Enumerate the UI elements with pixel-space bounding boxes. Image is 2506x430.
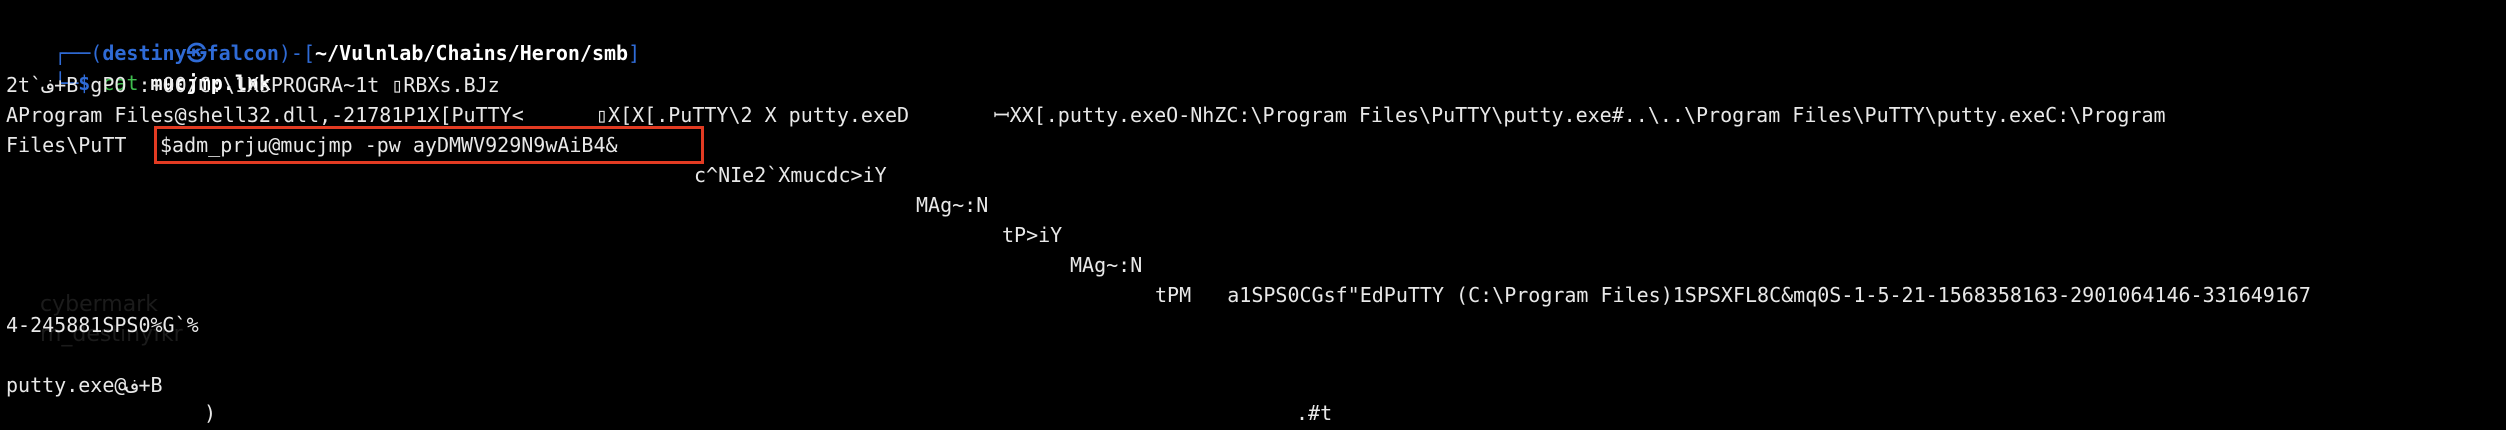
output-line: .#t bbox=[1296, 401, 1333, 425]
prompt-line-top: ┌──(destiny㉿falcon)-[~/Vulnlab/Chains/He… bbox=[6, 8, 640, 65]
output-line: AProgram Files@shell32.dll,-21781P1X[PuT… bbox=[6, 103, 2166, 127]
output-line: 4-245881SPS0%G`% bbox=[6, 313, 199, 337]
prompt-path: ~/Vulnlab/Chains/Heron/smb bbox=[315, 41, 629, 65]
output-line: MAg~:N bbox=[1070, 253, 1143, 277]
prompt-line-command: └─$ cat mucjmp.lnk bbox=[6, 38, 271, 95]
output-line: tPM a1SPS0CGsf"EdPuTTY (C:\Program Files… bbox=[1155, 283, 2311, 307]
terminal-window[interactable]: cybermark m_destinyfkr ┌──(destiny㉿falco… bbox=[0, 0, 2506, 430]
prompt-frame-mid: )-[ bbox=[278, 41, 316, 65]
output-line: 2t`ف+B gPO :+00/C:\1XsPROGRA~1t ▯RBXs.BJ… bbox=[6, 73, 500, 97]
output-line: ) bbox=[204, 401, 217, 425]
output-line-credentials: $adm_prju@mucjmp -pw ayDMWV929N9wAiB4& bbox=[160, 133, 618, 157]
output-line: putty.exe@ف+B bbox=[6, 373, 163, 397]
output-line: MAg~:N bbox=[916, 193, 989, 217]
output-line: c^NIe2`Xmucdc>iY bbox=[694, 163, 887, 187]
output-line: Files\PuTT bbox=[6, 133, 127, 157]
output-line: tP>iY bbox=[1002, 223, 1063, 247]
prompt-frame-end: ] bbox=[628, 41, 641, 65]
